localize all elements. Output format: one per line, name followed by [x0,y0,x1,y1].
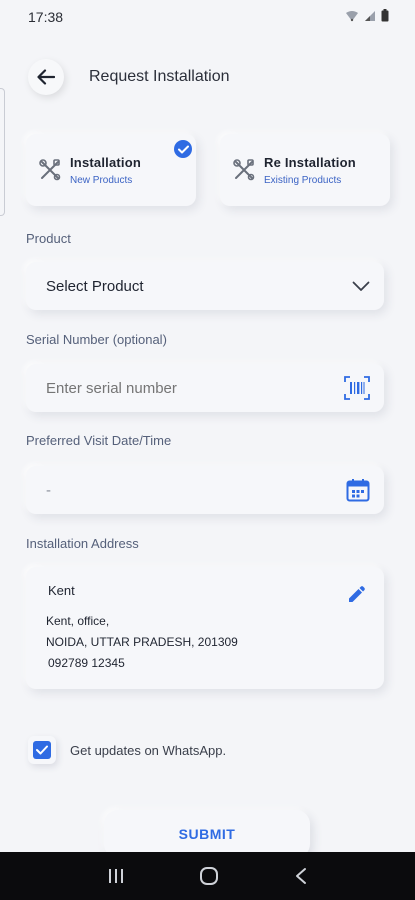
product-label: Product [26,231,71,246]
visit-datetime-value: - [46,481,51,499]
reinstallation-type-card[interactable]: Re Installation Existing Products [220,134,390,206]
signal-icon [364,9,376,25]
arrow-left-icon [37,69,55,85]
battery-icon [381,9,389,25]
card-subtitle: Existing Products [264,174,342,186]
checkmark-icon [36,745,48,755]
home-icon[interactable] [199,866,219,886]
address-label: Installation Address [26,536,139,551]
page-title: Request Installation [89,68,230,85]
submit-button[interactable]: SUBMIT [104,810,310,858]
system-nav-bar [0,852,415,900]
whatsapp-updates-row: Get updates on WhatsApp. [28,736,226,764]
address-line-1: Kent, office, [46,614,110,628]
whatsapp-checkbox[interactable] [28,736,56,764]
product-select[interactable]: Select Product [26,262,384,310]
serial-number-field[interactable] [26,364,384,412]
address-phone: 092789 12345 [48,656,125,670]
status-bar: 17:38 [0,0,415,34]
back-nav-icon[interactable] [294,867,308,885]
barcode-scan-icon[interactable] [344,376,370,400]
edit-pencil-icon[interactable] [346,585,366,605]
side-drawer-handle[interactable] [0,88,5,216]
calendar-icon[interactable] [346,478,370,502]
installation-type-card[interactable]: Installation New Products [26,134,196,206]
back-button[interactable] [28,59,64,95]
serial-number-input[interactable] [46,379,344,397]
product-select-value: Select Product [46,277,144,295]
card-title: Installation [70,154,142,170]
chevron-down-icon [352,281,370,291]
wifi-icon [345,9,359,25]
visit-label: Preferred Visit Date/Time [26,433,172,448]
card-subtitle: New Products [70,174,133,186]
tools-icon [39,159,61,181]
status-time: 17:38 [28,9,64,25]
tools-icon [233,159,255,181]
whatsapp-label: Get updates on WhatsApp. [70,742,227,758]
card-title: Re Installation [264,154,356,170]
address-card[interactable]: Kent Kent, office, NOIDA, UTTAR PRADESH,… [26,567,384,689]
header: Request Installation [28,56,230,98]
recent-apps-icon[interactable] [107,867,125,885]
visit-datetime-field[interactable]: - [26,466,384,514]
address-line-2: NOIDA, UTTAR PRADESH, 201309 [46,635,238,649]
serial-label: Serial Number (optional) [26,332,167,347]
address-name: Kent [48,583,75,598]
selected-check-icon [174,140,192,158]
